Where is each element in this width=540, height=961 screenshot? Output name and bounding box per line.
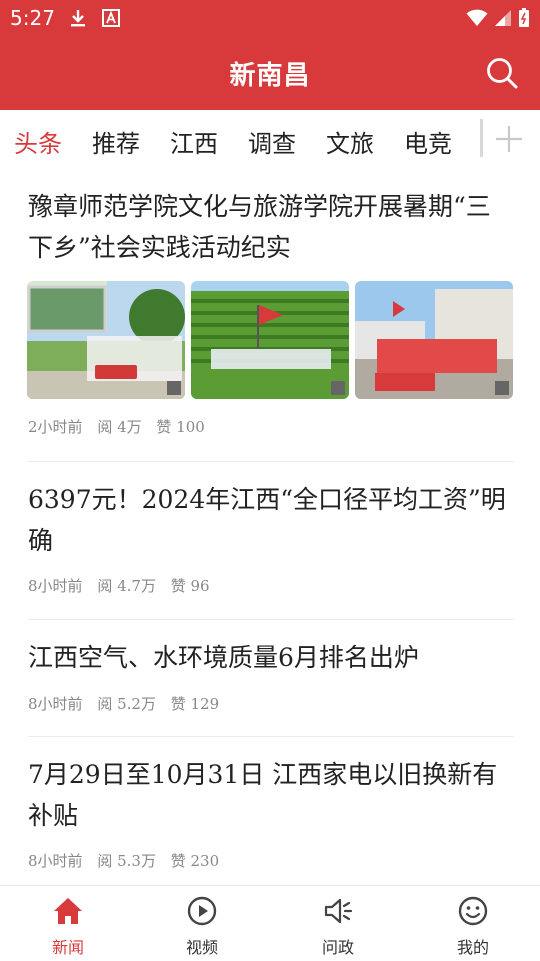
divider	[28, 461, 514, 462]
tab-jiangxi[interactable]: 江西	[170, 124, 218, 159]
tab-culture-travel[interactable]: 文旅	[326, 124, 374, 159]
tab-recommended[interactable]: 推荐	[92, 124, 140, 159]
article-likes: 赞 129	[170, 695, 220, 713]
article-likes: 赞 230	[170, 852, 220, 870]
tab-headlines[interactable]: 头条	[14, 124, 62, 159]
article-item[interactable]: 7月29日至10月31日 江西家电以旧换新有补贴 8小时前 阅 5.3万 赞 2…	[28, 754, 514, 874]
battery-icon	[519, 8, 529, 27]
article-item[interactable]: 6397元！2024年江西“全口径平均工资”明确 8小时前 阅 4.7万 赞 9…	[28, 479, 514, 599]
article-reads: 阅 4.7万	[97, 577, 156, 595]
play-icon	[187, 896, 217, 926]
divider	[28, 619, 514, 620]
article-item[interactable]: 江西空气、水环境质量6月排名出炉 8小时前 阅 5.2万 赞 129	[28, 637, 514, 717]
wifi-icon	[466, 9, 488, 26]
tab-divider	[480, 119, 483, 157]
article-thumbnail-image	[355, 281, 513, 399]
category-tabs: 头条 推荐 江西 调查 文旅 电竞	[0, 110, 540, 170]
nav-news[interactable]: 新闻	[18, 886, 118, 961]
app-bar: 新南昌	[0, 36, 540, 110]
home-icon	[54, 898, 82, 924]
article-title: 江西空气、水环境质量6月排名出炉	[28, 643, 419, 672]
smiley-icon	[458, 896, 488, 926]
divider	[28, 736, 514, 737]
article-meta: 8小时前 阅 5.2万 赞 129	[28, 693, 229, 714]
nav-politics[interactable]: 问政	[288, 886, 388, 961]
article-time: 8小时前	[28, 852, 83, 870]
article-likes: 赞 100	[156, 418, 205, 436]
nav-label: 我的	[456, 938, 489, 957]
article-reads: 阅 5.2万	[97, 695, 156, 713]
article-likes: 赞 96	[170, 577, 210, 595]
article-title: 6397元！2024年江西“全口径平均工资”明确	[28, 485, 506, 555]
article-time: 8小时前	[28, 695, 83, 713]
tab-survey[interactable]: 调查	[248, 124, 296, 159]
nav-label: 视频	[185, 938, 218, 957]
article-title: 豫章师范学院文化与旅游学院开展暑期“三下乡”社会实践活动纪实	[28, 192, 491, 262]
bottom-nav: 新闻 视频 问政 我的	[0, 885, 540, 961]
megaphone-icon	[324, 898, 353, 924]
download-icon	[71, 10, 85, 27]
status-time: 5:27	[10, 6, 55, 30]
article-time: 8小时前	[28, 577, 83, 595]
article-thumbnail-image	[27, 281, 185, 399]
search-icon[interactable]	[484, 55, 520, 91]
article-title: 7月29日至10月31日 江西家电以旧换新有补贴	[28, 760, 498, 830]
app-title: 新南昌	[229, 61, 311, 91]
nav-video[interactable]: 视频	[152, 886, 252, 961]
article-reads: 阅 5.3万	[97, 852, 156, 870]
nav-label: 问政	[321, 938, 354, 957]
article-reads: 阅 4万	[97, 418, 142, 436]
nav-label: 新闻	[51, 938, 84, 957]
status-bar: 5:27	[0, 0, 540, 36]
app-notification-icon	[102, 9, 120, 27]
article-meta: 8小时前 阅 5.3万 赞 230	[28, 850, 229, 871]
nav-mine[interactable]: 我的	[423, 886, 523, 961]
article-meta: 8小时前 阅 4.7万 赞 96	[28, 575, 220, 596]
article-meta: 2小时前 阅 4万 赞 100	[28, 416, 215, 437]
signal-icon	[495, 10, 511, 26]
article-thumbnail-image	[191, 281, 349, 399]
article-time: 2小时前	[28, 418, 83, 436]
add-tab-icon[interactable]	[493, 123, 525, 155]
tab-esports[interactable]: 电竞	[404, 124, 452, 159]
